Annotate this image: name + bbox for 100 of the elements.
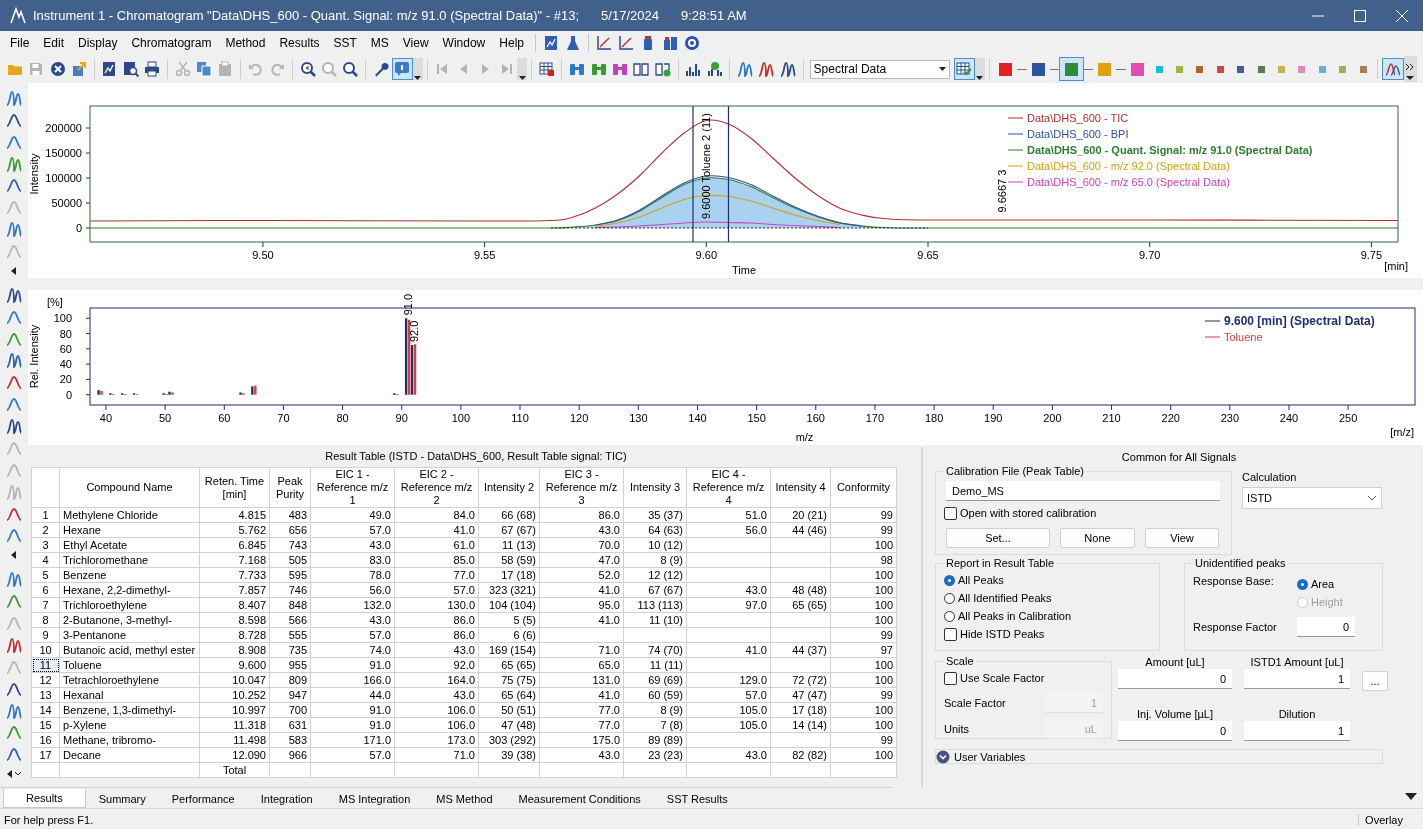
menu-item[interactable]: Edit xyxy=(36,33,72,53)
peak-icon xyxy=(6,527,22,544)
checkbox[interactable]: Use Scale Factor xyxy=(944,669,1103,687)
tab[interactable]: Measurement Conditions xyxy=(505,789,654,808)
peak-icon xyxy=(6,658,22,675)
column-header[interactable]: Conformity xyxy=(830,467,897,508)
row-number[interactable]: 2 xyxy=(31,522,60,538)
tick-label: 9.55 xyxy=(473,249,496,261)
tab[interactable]: MS Integration xyxy=(325,789,424,808)
dropdown-button[interactable] xyxy=(517,58,528,80)
table-cell: 47 (48) xyxy=(478,717,540,733)
checkbox[interactable]: Hide ISTD Peaks xyxy=(944,625,1151,643)
tab[interactable]: MS Method xyxy=(423,789,506,808)
export-icon xyxy=(70,61,87,77)
menu-item[interactable]: SST xyxy=(326,33,364,53)
radio-button[interactable]: Area xyxy=(1297,575,1343,593)
row-number[interactable]: 1 xyxy=(31,507,60,523)
radio-button[interactable]: All Peaks in Calibration xyxy=(944,607,1151,625)
preview-icon xyxy=(122,61,139,77)
input-field[interactable]: 1 xyxy=(1244,669,1350,689)
menu-item[interactable]: File xyxy=(3,33,37,53)
dropdown-button[interactable] xyxy=(975,58,985,80)
column-header[interactable]: EIC 1 - Reference m/z 1 xyxy=(310,467,395,508)
menu-item[interactable]: Window xyxy=(435,33,493,53)
menu-item[interactable]: Help xyxy=(492,33,531,53)
zoom-icon xyxy=(299,61,316,77)
tab[interactable]: SST Results xyxy=(653,789,741,808)
menu-item[interactable]: Display xyxy=(71,33,125,53)
row-number[interactable]: 6 xyxy=(31,582,60,598)
column-header[interactable]: EIC 4 - Reference m/z 4 xyxy=(686,467,771,508)
user-variables-expander[interactable]: User Variables xyxy=(935,749,1383,764)
row-number[interactable]: 17 xyxy=(31,747,60,763)
row-number[interactable]: 10 xyxy=(31,642,60,658)
tab[interactable]: Results xyxy=(3,789,86,808)
row-number[interactable]: 15 xyxy=(31,717,60,733)
column-header[interactable]: Intensity 4 xyxy=(770,467,831,508)
scroll-arrow-icon[interactable] xyxy=(11,551,17,560)
toolbar-button[interactable] xyxy=(953,58,975,80)
menu-item[interactable]: Chromatogram xyxy=(124,33,219,53)
table-cell: 8 (9) xyxy=(623,552,687,568)
table-cell: 44 (46) xyxy=(770,522,831,538)
input-field[interactable]: 1 xyxy=(1244,721,1350,741)
row-number[interactable]: 14 xyxy=(31,702,60,718)
calculation-select[interactable]: ISTD xyxy=(1242,487,1382,509)
table-cell: 69 (69) xyxy=(623,672,687,688)
table-cell: 41.0 xyxy=(686,642,771,658)
table-cell: 848 xyxy=(269,597,311,613)
push-button[interactable]: Set... xyxy=(946,528,1050,548)
push-button[interactable]: None xyxy=(1060,528,1135,548)
input-field[interactable]: 0 xyxy=(1297,617,1355,637)
toolbar-button[interactable] xyxy=(391,58,413,80)
scroll-arrow-icon[interactable] xyxy=(11,266,17,275)
panel-title: Common for All Signals xyxy=(1120,451,1238,463)
row-number[interactable]: 4 xyxy=(31,552,60,568)
table-cell: 966 xyxy=(269,747,311,763)
row-number[interactable]: 16 xyxy=(31,732,60,748)
table-cell: 43.0 xyxy=(394,687,479,703)
target-icon xyxy=(684,35,700,51)
input-field[interactable]: 0 xyxy=(1118,669,1232,689)
table-cell: Toluene xyxy=(59,657,200,673)
checkbox[interactable]: Open with stored calibration xyxy=(944,504,1223,522)
column-header[interactable]: EIC 2 - Reference m/z 2 xyxy=(394,467,479,508)
table-cell: 7.733 xyxy=(199,567,270,583)
radio-button[interactable]: All Identified Peaks xyxy=(944,589,1151,607)
row-number[interactable]: 9 xyxy=(31,627,60,643)
dropdown-icon[interactable] xyxy=(1405,793,1417,800)
row-number[interactable]: 5 xyxy=(31,567,60,583)
column-header[interactable]: Reten. Time [min] xyxy=(199,467,270,508)
column-header[interactable]: Peak Purity xyxy=(269,467,311,508)
menu-item[interactable]: View xyxy=(395,33,436,53)
row-number[interactable]: 13 xyxy=(31,687,60,703)
tab[interactable]: Integration xyxy=(247,789,326,808)
more-button[interactable]: ... xyxy=(1362,671,1388,691)
signal-select[interactable]: Spectral Data xyxy=(809,59,950,79)
push-button[interactable]: View xyxy=(1145,528,1219,548)
column-header[interactable]: Compound Name xyxy=(59,467,200,508)
row-number[interactable]: 3 xyxy=(31,537,60,553)
column-header[interactable]: EIC 3 - Reference m/z 3 xyxy=(539,467,624,508)
color-swatch[interactable] xyxy=(1059,58,1083,80)
menu-item[interactable]: Method xyxy=(218,33,273,53)
row-number[interactable]: 8 xyxy=(31,612,60,628)
tab[interactable]: Summary xyxy=(85,789,159,808)
table-cell: 86.0 xyxy=(394,612,479,628)
tick-label: 240 xyxy=(1279,412,1299,424)
scroll-arrow-icon[interactable] xyxy=(7,770,21,779)
table-cell: 746 xyxy=(269,582,311,598)
tick-label: 9.50 xyxy=(252,249,274,261)
row-number[interactable]: 7 xyxy=(31,597,60,613)
radio-button[interactable]: All Peaks xyxy=(944,571,1151,589)
table-cell: 91.0 xyxy=(310,702,395,718)
dropdown-button[interactable] xyxy=(413,58,423,80)
input-field[interactable]: Demo_MS xyxy=(946,481,1220,501)
tab[interactable]: Performance xyxy=(158,789,248,808)
menu-item[interactable]: Results xyxy=(272,33,327,53)
menu-item[interactable]: MS xyxy=(363,33,396,53)
column-header[interactable]: Intensity 2 xyxy=(478,467,540,508)
column-header[interactable]: Intensity 3 xyxy=(623,467,687,508)
input-field[interactable]: 0 xyxy=(1118,721,1232,741)
row-number[interactable]: 12 xyxy=(31,672,60,688)
toolbar-button[interactable] xyxy=(1382,58,1404,80)
